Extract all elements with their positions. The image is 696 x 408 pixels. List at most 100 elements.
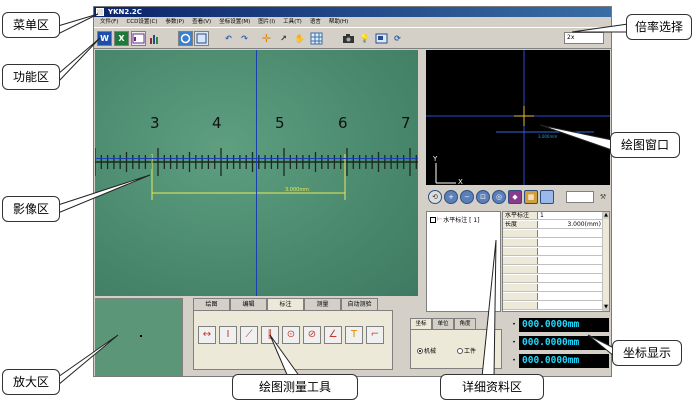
refresh-icon[interactable]: ⟳ (390, 31, 405, 46)
radio-workpiece-label: 工件 (464, 348, 477, 355)
title-bar: YKN2.2C (94, 7, 611, 17)
pointer-icon[interactable]: ↗ (276, 31, 291, 46)
rotate-icon[interactable]: ⟲ (428, 190, 442, 204)
undo-icon[interactable]: ↶ (221, 31, 236, 46)
image-window-icon[interactable] (374, 31, 389, 46)
tab-edit[interactable]: 编辑 (230, 298, 267, 310)
horizontal-dimension-tool[interactable]: ↔ (198, 326, 216, 344)
zoom-window-icon[interactable]: ◎ (492, 190, 506, 204)
leader-tool[interactable]: ⌐ (366, 326, 384, 344)
drawing-measure-label: 3.000mm (538, 134, 557, 139)
crosshair-icon[interactable]: ✛ (259, 31, 274, 46)
menu-image[interactable]: 图片(I) (254, 17, 279, 27)
row-value (538, 275, 603, 282)
tab-auto-measure[interactable]: 自动测验 (341, 298, 378, 310)
radius-tool[interactable]: ⊙ (282, 326, 300, 344)
radio-machine-label: 机械 (424, 348, 437, 355)
row-key (503, 248, 538, 255)
detail-scrollbar[interactable]: ▲ ▼ (602, 212, 609, 311)
tab-angle[interactable]: 角度 (454, 318, 476, 329)
radio-machine-dot[interactable] (417, 347, 423, 354)
tab-measure[interactable]: 测量 (304, 298, 341, 310)
callout-image-area: 影像区 (2, 196, 60, 222)
ruler-label: 5 (275, 114, 285, 132)
light-bulb-icon[interactable]: 💡 (357, 31, 372, 46)
coord-tab-body: 机械 工件 (410, 329, 502, 369)
tree-item-checkbox[interactable] (430, 216, 436, 223)
settings-icon[interactable] (194, 31, 209, 46)
axis-x-label: X (458, 178, 463, 185)
image-area[interactable]: 3 4 5 6 7 3.000mm (95, 50, 418, 296)
vertical-dimension-tool[interactable]: I (219, 326, 237, 344)
row-key (503, 257, 538, 264)
zoom-out-icon[interactable]: − (460, 190, 474, 204)
menu-coordinate-settings[interactable]: 坐标设置(M) (215, 17, 254, 27)
menu-ccd-settings[interactable]: CCD设置(C) (122, 17, 161, 27)
cube-icon[interactable]: ◆ (508, 190, 522, 204)
parallel-dimension-tool[interactable]: ∥ (261, 326, 279, 344)
row-key (503, 266, 538, 273)
text-tool[interactable]: T (345, 326, 363, 344)
zoom-select[interactable]: 2x (564, 32, 604, 44)
table-row (503, 284, 603, 292)
wrench-icon[interactable]: ⚒ (596, 190, 610, 204)
excel-export-button[interactable]: X (114, 31, 129, 46)
row-key (503, 284, 538, 291)
app-icon (96, 8, 104, 16)
ruler-label: 4 (212, 114, 222, 132)
word-export-button[interactable]: W (97, 31, 112, 46)
callout-coord-display: 坐标显示 (612, 340, 682, 366)
redo-icon[interactable]: ↷ (237, 31, 252, 46)
tool-tab-body: ↔ I ⟋ ∥ ⊙ ⊘ ∠ T ⌐ (193, 310, 393, 370)
coord-x-readout: 000.0000mm (519, 318, 609, 332)
drawing-window[interactable]: 3.000mm Y X (426, 50, 610, 185)
menu-help[interactable]: 帮助(H) (325, 17, 352, 27)
coord-z-marker: • (512, 357, 516, 364)
table-row (503, 275, 603, 283)
scroll-up-icon[interactable]: ▲ (603, 212, 609, 219)
angle-tool[interactable]: ∠ (324, 326, 342, 344)
detail-tree[interactable]: ⊢ 水平标注 [ 1] (426, 211, 501, 312)
coord-z-readout: 000.0000mm (519, 354, 609, 368)
scroll-down-icon[interactable]: ▼ (603, 304, 609, 311)
window-title: YKN2.2C (108, 8, 142, 16)
table-row (503, 230, 603, 238)
radio-workpiece[interactable]: 工件 (457, 346, 476, 355)
row-key: 水平标注 (503, 212, 538, 219)
menu-view[interactable]: 查看(V) (188, 17, 215, 27)
layer-icon[interactable] (540, 190, 554, 204)
zoom-in-icon[interactable]: + (444, 190, 458, 204)
tree-item[interactable]: ⊢ 水平标注 [ 1] (430, 215, 480, 224)
menu-tools[interactable]: 工具(T) (279, 17, 306, 27)
report-icon[interactable] (131, 31, 146, 46)
row-key (503, 275, 538, 282)
menu-parameters[interactable]: 参数(P) (162, 17, 189, 27)
magnifier-area (95, 298, 183, 376)
coord-y-readout: 000.0000mm (519, 336, 609, 350)
coordinate-panel: 坐标 单位 角度 机械 工件 • 000.0000mm • 000.0000mm… (410, 316, 610, 376)
ruler-label: 3 (150, 114, 160, 132)
tab-draw[interactable]: 绘图 (193, 298, 230, 310)
row-key (503, 302, 538, 309)
crosshair-vertical (256, 50, 257, 296)
zoom-fit-icon[interactable]: ⊡ (476, 190, 490, 204)
camera-icon[interactable] (341, 31, 356, 46)
grid-icon[interactable] (309, 31, 324, 46)
hand-icon[interactable]: ✋ (292, 31, 307, 46)
aligned-dimension-tool[interactable]: ⟋ (240, 326, 258, 344)
capture-icon[interactable] (178, 31, 193, 46)
menu-language[interactable]: 语言 (306, 17, 325, 27)
menu-file[interactable]: 文件(F) (96, 17, 122, 27)
drawing-scale-input[interactable] (566, 191, 594, 203)
callout-zoom-select: 倍率选择 (626, 14, 692, 40)
detail-table[interactable]: 水平标注 1 长度 3.000(mm) ▲ ▼ (502, 211, 610, 312)
grid-toggle-icon[interactable]: ▦ (524, 190, 538, 204)
diameter-tool[interactable]: ⊘ (303, 326, 321, 344)
row-value (538, 293, 603, 300)
radio-machine[interactable]: 机械 (417, 346, 436, 355)
tab-units[interactable]: 单位 (432, 318, 454, 329)
chart-icon[interactable] (147, 31, 162, 46)
tab-coordinates[interactable]: 坐标 (410, 318, 432, 329)
row-value (538, 266, 603, 273)
radio-workpiece-dot[interactable] (457, 347, 463, 354)
